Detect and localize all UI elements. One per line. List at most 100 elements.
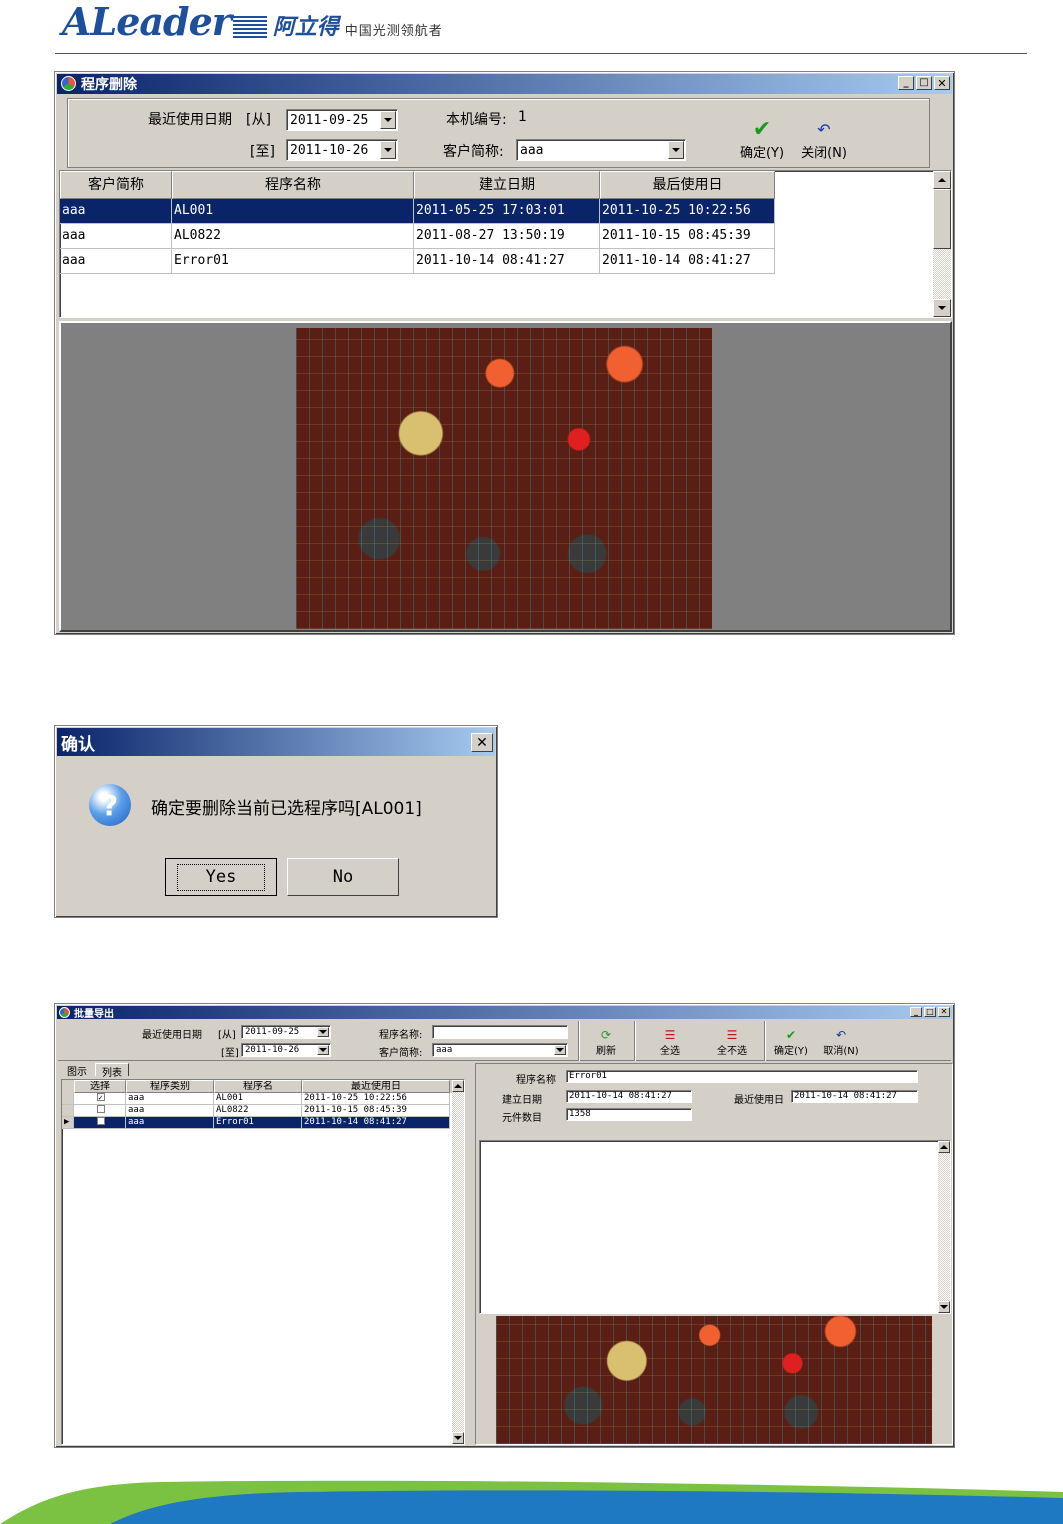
scroll-down-button[interactable] [938,1301,950,1313]
tab-list[interactable]: 列表 [95,1063,129,1079]
chevron-down-icon[interactable] [554,1045,566,1055]
column-header[interactable]: 程序名 [214,1080,302,1093]
customer-select[interactable]: aaa [516,139,686,161]
checkbox-checked-icon[interactable]: ✓ [96,1093,105,1102]
minimize-button[interactable]: _ [898,76,914,90]
confirm-dialog: 确认 ✕ ? 确定要删除当前已选程序吗[AL001] Yes No [54,725,498,918]
close-button[interactable]: ✕ [938,1007,950,1017]
confirm-label: 确定(Y) [739,146,785,161]
detail-program-name-label: 程序名称 [516,1075,556,1086]
confirm-button[interactable]: ✔ 确定(Y) [732,105,792,162]
close-button[interactable]: ✕ [934,76,950,90]
table-cell: aaa [60,199,172,224]
chevron-down-icon[interactable] [380,141,396,159]
table-row[interactable]: ✓ aaa AL001 2011-10-25 10:22:56 [62,1093,452,1105]
column-header[interactable]: 建立日期 [414,171,600,199]
checkbox-icon[interactable] [96,1117,105,1125]
confirm-button[interactable]: ✔ 确定(Y) [768,1025,814,1057]
pcb-preview-image [496,1316,932,1444]
table-row[interactable]: aaa AL0822 2011-08-27 13:50:19 2011-10-15 0… [60,224,775,249]
title-bar: 批量导出 _ □ ✕ [57,1006,952,1020]
table-row[interactable]: aaa AL0822 2011-10-15 08:45:39 [62,1105,452,1117]
scroll-up-button[interactable] [938,1141,950,1153]
recent-date-label: 最近使用日期 [142,1030,202,1041]
select-none-button[interactable]: ☰ 全不选 [708,1025,756,1057]
yes-button[interactable]: Yes [165,858,277,896]
select-all-label: 全选 [660,1046,680,1057]
column-header[interactable]: 客户简称 [60,171,172,199]
from-date-picker[interactable]: 2011-09-25 [286,109,398,131]
table-row[interactable]: ▶ aaa Error01 2011-10-14 08:41:27 [62,1117,452,1129]
scroll-down-button[interactable] [452,1432,464,1444]
row-indicator [62,1093,74,1105]
select-none-label: 全不选 [717,1046,747,1057]
from-label: [从] [246,112,271,128]
table-row[interactable]: aaa Error01 2011-10-14 08:41:27 2011-10-14 … [60,249,775,274]
table-cell: AL0822 [214,1105,302,1117]
refresh-button[interactable]: ⟳ 刷新 [586,1025,626,1057]
detail-notes-area[interactable] [479,1140,951,1314]
minimize-button[interactable]: _ [910,1007,922,1017]
vertical-scrollbar[interactable] [938,1141,950,1313]
no-button[interactable]: No [287,858,399,896]
column-header[interactable]: 最近使用日 [302,1080,450,1093]
maximize-button[interactable]: □ [924,1007,936,1017]
select-checkbox[interactable] [74,1105,126,1117]
tab-diagram[interactable]: 图示 [61,1063,93,1078]
maximize-button[interactable]: □ [916,76,932,90]
scroll-up-button[interactable] [933,171,951,189]
column-header[interactable]: 程序名称 [172,171,414,199]
close-button[interactable]: ✕ [471,733,493,752]
batch-export-window: 批量导出 _ □ ✕ 最近使用日期 [从] 2011-09-25 [至] 201… [54,1003,955,1448]
cancel-button[interactable]: ↶ 取消(N) [818,1025,864,1057]
table-cell: 2011-10-14 08:41:27 [414,249,600,274]
table-cell: aaa [126,1117,214,1129]
detail-last-used-label: 最近使用日 [734,1095,784,1106]
select-all-button[interactable]: ☰ 全选 [646,1025,694,1057]
program-name-input[interactable] [432,1025,568,1039]
from-date-picker[interactable]: 2011-09-25 [241,1025,331,1039]
to-label: [至] [221,1048,239,1059]
select-checkbox[interactable] [74,1117,126,1129]
table-cell: AL001 [172,199,414,224]
chevron-down-icon[interactable] [317,1045,329,1055]
vertical-scrollbar[interactable] [933,171,951,317]
machine-no-value: 1 [518,109,527,125]
chevron-down-icon[interactable] [317,1027,329,1037]
checkbox-icon[interactable] [96,1105,105,1113]
scroll-down-button[interactable] [933,299,951,317]
chevron-down-icon[interactable] [380,111,396,129]
detail-components-label: 元件数目 [502,1113,542,1124]
customer-select[interactable]: aaa [432,1043,568,1057]
select-checkbox[interactable]: ✓ [74,1093,126,1105]
to-date-picker[interactable]: 2011-10-26 [241,1043,331,1057]
detail-created-field[interactable]: 2011-10-14 08:41:27 [566,1090,692,1103]
app-icon [61,76,76,91]
chevron-down-icon[interactable] [668,141,684,159]
yes-label: Yes [176,863,266,891]
dialog-message: 确定要删除当前已选程序吗[AL001] [151,799,422,819]
logo-tagline: 中国光测领航者 [344,24,443,39]
row-indicator [62,1105,74,1117]
window-title: 程序删除 [81,77,137,93]
close-window-button[interactable]: ↶ 关闭(N) [792,105,856,161]
detail-components-field[interactable]: 1358 [566,1108,692,1121]
question-icon: ? [89,784,131,826]
scroll-up-button[interactable] [452,1080,464,1092]
table-row[interactable]: aaa AL001 2011-05-25 17:03:01 2011-10-25 10… [60,199,775,224]
column-header[interactable]: 选择 [74,1080,126,1093]
scroll-thumb[interactable] [933,189,951,249]
vertical-scrollbar[interactable] [452,1080,464,1444]
header-divider [55,53,1027,54]
detail-program-name-field[interactable]: Error01 [566,1070,918,1083]
detail-last-used-field[interactable]: 2011-10-14 08:41:27 [791,1090,918,1103]
from-label: [从] [218,1030,236,1041]
program-table: 客户简称 程序名称 建立日期 最后使用日 aaa AL001 2011-05-25 … [59,170,952,318]
table-cell: AL0822 [172,224,414,249]
footer-decoration [0,1480,1063,1524]
checkmark-icon: ✔ [785,1028,797,1042]
list-checked-icon: ☰ [664,1028,676,1042]
column-header[interactable]: 最后使用日 [600,171,775,199]
column-header[interactable]: 程序类别 [126,1080,214,1093]
to-date-picker[interactable]: 2011-10-26 [286,139,398,161]
